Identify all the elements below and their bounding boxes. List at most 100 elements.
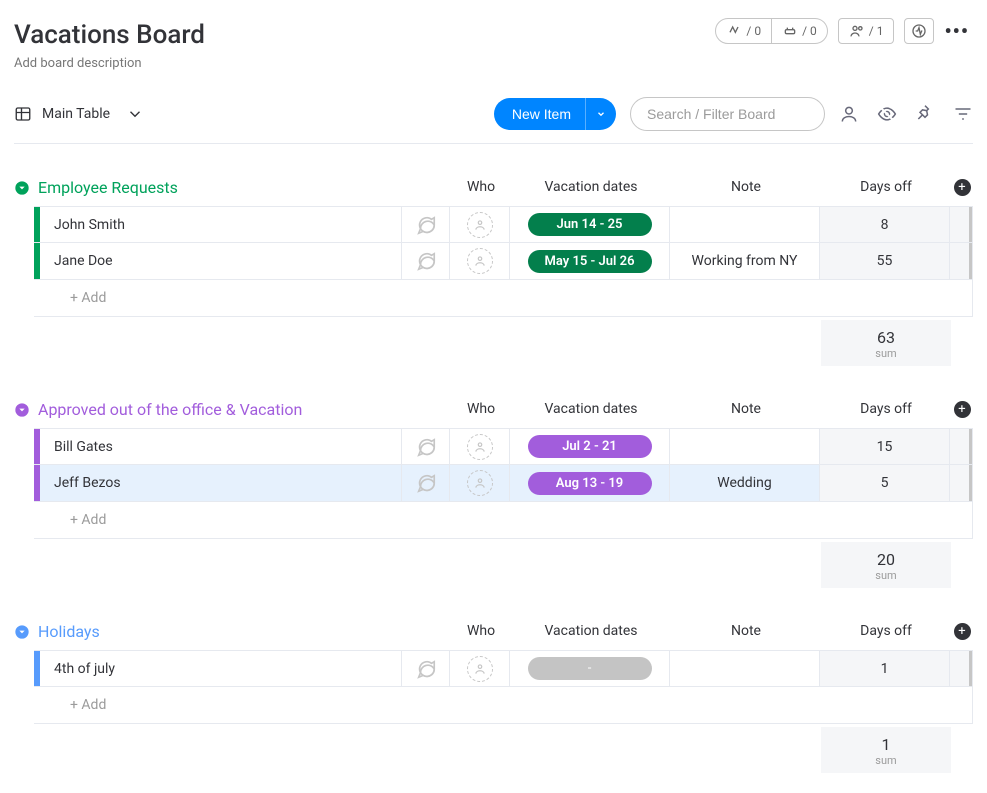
note-cell[interactable]	[670, 429, 820, 464]
conversation-cell[interactable]	[402, 465, 450, 501]
filter-icon	[953, 104, 973, 124]
members-button[interactable]: / 1	[838, 18, 895, 44]
column-header-note[interactable]: Note	[671, 401, 821, 418]
add-column-button[interactable]: +	[954, 179, 971, 196]
days-off-cell[interactable]: 8	[820, 207, 950, 242]
vacation-dates-cell[interactable]: Aug 13 - 19	[510, 465, 670, 501]
who-cell[interactable]	[450, 465, 510, 501]
days-off-cell[interactable]: 1	[820, 651, 950, 686]
vacation-dates-cell[interactable]: Jul 2 - 21	[510, 429, 670, 464]
date-badge: Jul 2 - 21	[528, 435, 652, 458]
days-off-cell[interactable]: 55	[820, 243, 950, 279]
vacation-dates-cell[interactable]: Jun 14 - 25	[510, 207, 670, 242]
sum-value: 63	[821, 328, 951, 347]
note-cell[interactable]: Working from NY	[670, 243, 820, 279]
more-menu-button[interactable]: •••	[944, 19, 969, 43]
vacation-dates-cell[interactable]: May 15 - Jul 26	[510, 243, 670, 279]
table-row[interactable]: John Smith Jun 14 - 25 8	[34, 206, 973, 243]
column-header-who[interactable]: Who	[451, 179, 511, 196]
board-description[interactable]: Add board description	[14, 56, 973, 71]
group-title[interactable]: Approved out of the office & Vacation	[38, 400, 302, 419]
conversation-cell[interactable]	[402, 651, 450, 686]
group-block: Holidays Who Vacation dates Note Days of…	[14, 622, 973, 773]
filter-button[interactable]	[953, 104, 973, 124]
add-item-row[interactable]: + Add	[34, 280, 973, 317]
conversation-cell[interactable]	[402, 429, 450, 464]
column-header-vacation-dates[interactable]: Vacation dates	[511, 179, 671, 196]
column-header-note[interactable]: Note	[671, 179, 821, 196]
column-header-note[interactable]: Note	[671, 623, 821, 640]
group-title[interactable]: Holidays	[38, 622, 100, 641]
activity-button[interactable]	[904, 18, 934, 44]
pin-button[interactable]	[915, 104, 935, 124]
table-row[interactable]: Jane Doe May 15 - Jul 26 Working from NY…	[34, 243, 973, 280]
hide-columns-button[interactable]	[877, 104, 897, 124]
members-count: / 1	[869, 24, 884, 38]
table-row[interactable]: Bill Gates Jul 2 - 21 15	[34, 428, 973, 465]
table-row[interactable]: 4th of july - 1	[34, 650, 973, 687]
vacation-dates-cell[interactable]: -	[510, 651, 670, 686]
column-header-who[interactable]: Who	[451, 623, 511, 640]
add-column-button[interactable]: +	[954, 623, 971, 640]
view-label: Main Table	[42, 106, 110, 122]
note-cell[interactable]	[670, 651, 820, 686]
conversation-cell[interactable]	[402, 207, 450, 242]
person-filter-button[interactable]	[839, 104, 859, 124]
chat-icon	[415, 472, 437, 494]
group-block: Employee Requests Who Vacation dates Not…	[14, 178, 973, 366]
chat-icon	[415, 250, 437, 272]
days-off-cell[interactable]: 5	[820, 465, 950, 501]
who-cell[interactable]	[450, 651, 510, 686]
sum-value: 1	[821, 735, 951, 754]
person-icon	[473, 440, 487, 454]
collapse-arrow-icon	[14, 402, 30, 418]
toolbar: Main Table New Item	[14, 97, 973, 144]
activity-icon	[911, 23, 927, 39]
automations-count: / 0	[746, 24, 761, 38]
view-selector[interactable]: Main Table	[14, 105, 144, 123]
item-name-cell[interactable]: 4th of july	[40, 651, 402, 686]
column-header-days-off[interactable]: Days off	[821, 623, 951, 640]
search-input[interactable]	[630, 97, 825, 131]
item-name-cell[interactable]: Jane Doe	[40, 243, 402, 279]
column-header-vacation-dates[interactable]: Vacation dates	[511, 623, 671, 640]
item-name-cell[interactable]: John Smith	[40, 207, 402, 242]
group-title[interactable]: Employee Requests	[38, 178, 178, 197]
who-cell[interactable]	[450, 207, 510, 242]
column-header-who[interactable]: Who	[451, 401, 511, 418]
column-header-days-off[interactable]: Days off	[821, 401, 951, 418]
sum-label: sum	[821, 754, 951, 767]
date-badge: May 15 - Jul 26	[528, 250, 652, 273]
conversation-cell[interactable]	[402, 243, 450, 279]
sum-box: 63 sum	[821, 320, 951, 366]
add-item-label: + Add	[40, 697, 820, 713]
who-cell[interactable]	[450, 429, 510, 464]
column-header-vacation-dates[interactable]: Vacation dates	[511, 401, 671, 418]
integrations-button[interactable]: / 0	[772, 18, 828, 44]
collapse-toggle[interactable]	[14, 624, 30, 640]
table-icon	[14, 105, 32, 123]
add-item-row[interactable]: + Add	[34, 687, 973, 724]
row-end	[950, 207, 972, 242]
column-header-days-off[interactable]: Days off	[821, 179, 951, 196]
automations-button[interactable]: / 0	[715, 18, 772, 44]
item-name-cell[interactable]: Bill Gates	[40, 429, 402, 464]
header-actions: / 0 / 0 / 1 •••	[715, 18, 969, 44]
note-cell[interactable]	[670, 207, 820, 242]
new-item-button[interactable]: New Item	[494, 98, 616, 130]
who-cell[interactable]	[450, 243, 510, 279]
add-item-row[interactable]: + Add	[34, 502, 973, 539]
days-off-cell[interactable]: 15	[820, 429, 950, 464]
new-item-label: New Item	[494, 98, 585, 130]
item-name-cell[interactable]: Jeff Bezos	[40, 465, 402, 501]
collapse-toggle[interactable]	[14, 402, 30, 418]
sum-box: 20 sum	[821, 542, 951, 588]
collapse-arrow-icon	[14, 624, 30, 640]
new-item-dropdown[interactable]	[585, 98, 616, 130]
add-column-button[interactable]: +	[954, 401, 971, 418]
note-cell[interactable]: Wedding	[670, 465, 820, 501]
person-icon	[473, 254, 487, 268]
table-row[interactable]: Jeff Bezos Aug 13 - 19 Wedding 5	[34, 465, 973, 502]
pin-icon	[915, 104, 935, 124]
collapse-toggle[interactable]	[14, 180, 30, 196]
